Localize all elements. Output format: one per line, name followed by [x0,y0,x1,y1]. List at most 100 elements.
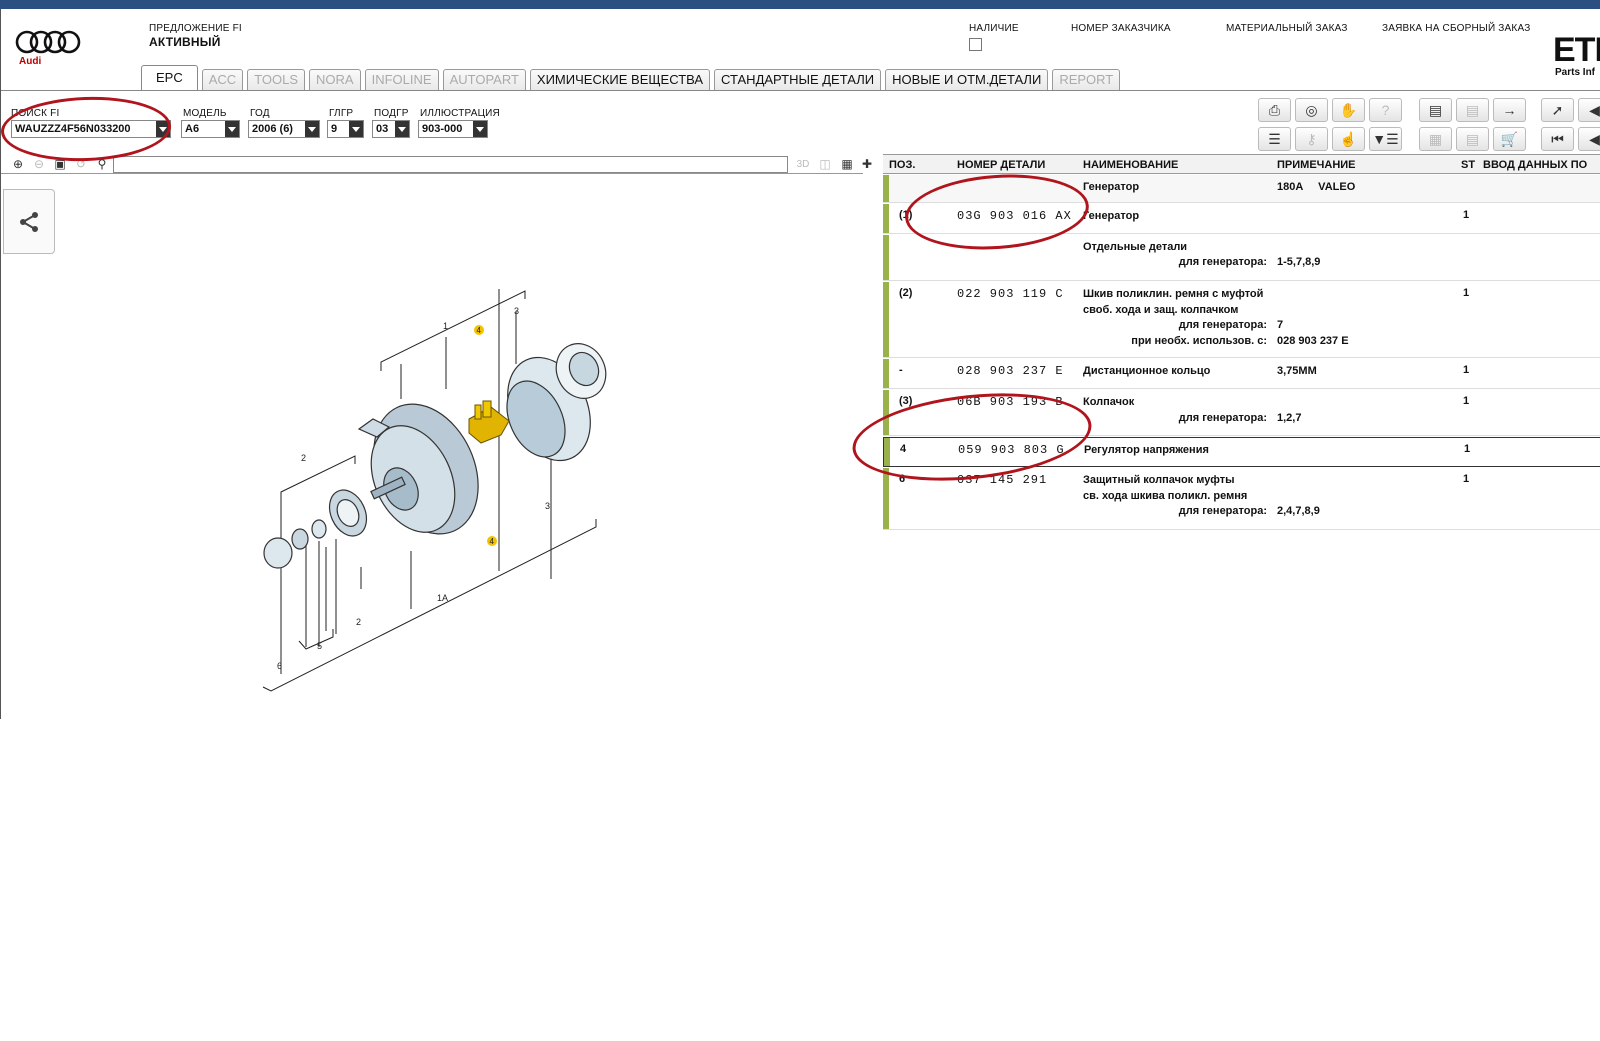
tab-report[interactable]: REPORT [1052,69,1121,91]
dropdown-list-icon[interactable]: ▼☰ [1369,127,1402,151]
top-accent-bar [0,0,1600,9]
illustration-value: 903-000 [422,123,463,135]
row-name: Регулятор напряжения [1084,444,1209,456]
key-icon[interactable]: ⚷ [1295,127,1328,151]
row-marker [883,235,889,280]
table-row[interactable]: - 028 903 237 E Дистанционное кольцо 3,7… [883,359,1600,389]
chevron-down-icon[interactable] [473,121,487,137]
tab-infoline[interactable]: INFOLINE [364,69,439,91]
row-st: 1 [1463,395,1470,407]
tab-tools[interactable]: TOOLS [247,69,306,91]
tab-new-parts[interactable]: НОВЫЕ И ОТМ.ДЕТАЛИ [885,69,1049,91]
row-note: 2,4,7,8,9 [1277,505,1320,517]
main-group-select[interactable]: 9 [327,120,364,138]
row-name-line2: своб. хода и защ. колпачком [1083,303,1239,316]
table-header: ПОЗ. НОМЕР ДЕТАЛИ НАИМЕНОВАНИЕ ПРИМЕЧАНИ… [883,154,1600,174]
year-select[interactable]: 2006 (6) [248,120,320,138]
chevron-down-icon[interactable] [395,121,409,137]
model-select[interactable]: A6 [181,120,240,138]
depot-icon[interactable]: ▤ [1456,98,1489,122]
module-tabs: EPC ACC TOOLS NORA INFOLINE AUTOPART ХИМ… [141,65,1124,91]
callout-2-left: 2 [301,453,306,463]
graphic-search-input[interactable] [113,156,788,173]
chevron-down-icon[interactable] [305,121,319,137]
col-st[interactable]: ST [1461,159,1475,171]
hand-icon[interactable]: ☝ [1332,127,1365,151]
row-note-2: 028 903 237 E [1277,334,1349,347]
row-note: 7 [1277,319,1284,331]
col-name[interactable]: НАИМЕНОВАНИЕ [1083,159,1178,171]
help-icon[interactable]: ? [1369,98,1402,122]
material-order-label[interactable]: МАТЕРИАЛЬНЫЙ ЗАКАЗ [1226,23,1348,34]
cd-icon[interactable]: ◎ [1295,98,1328,122]
audi-logo [15,29,83,55]
row-note: 1,2,7 [1277,411,1302,424]
assembly-order-label[interactable]: ЗАЯВКА НА СБОРНЫЙ ЗАКАЗ [1382,23,1530,34]
elsa-icon[interactable]: ▤ [1419,98,1452,122]
document-icon[interactable]: ▤ [1456,127,1489,151]
row-name: Колпачок [1083,396,1135,408]
row-st: 1 [1463,209,1470,221]
first-page-icon[interactable]: ⏮ [1541,127,1574,151]
year-value: 2006 (6) [252,123,293,135]
list-icon[interactable]: ☰ [1258,127,1291,151]
handshake-icon[interactable]: ✋ [1332,98,1365,122]
tab-autopart[interactable]: AUTOPART [442,69,526,91]
exploded-view-drawing[interactable]: 1 3 2 3 1A 2 5 6 4 4 [251,289,631,714]
layout-icon[interactable]: ▦ [838,156,856,173]
cart-icon[interactable]: 🛒 [1493,127,1526,151]
view-3d-button[interactable]: 3D [794,156,812,173]
brand-text: Audi [19,56,42,67]
row-marker [883,468,889,529]
etka-window: Audi ПРЕДЛОЖЕНИЕ FI АКТИВНЫЙ НАЛИЧИЕ НОМ… [0,9,1600,719]
pin-icon[interactable]: ➚ [1541,98,1574,122]
sub-group-value: 03 [376,123,389,135]
row-marker [883,359,889,388]
cart-arrow-icon[interactable]: → [1493,98,1526,122]
col-pos[interactable]: ПОЗ. [889,159,915,171]
callout-4-bottom: 4 [490,537,495,546]
col-data-entry[interactable]: ВВОД ДАННЫХ ПО [1483,159,1587,171]
parts-icon[interactable]: ▦ [1419,127,1452,151]
callout-2: 2 [356,617,361,627]
row-sub: для генератора: [1178,319,1267,331]
printer-icon[interactable]: ⎙ [1258,98,1291,122]
row-marker [883,175,889,202]
tab-epc[interactable]: EPC [141,65,198,91]
availability-checkbox[interactable] [969,38,982,51]
sub-group-label: ПОДГР [374,108,409,119]
chevron-down-icon[interactable] [225,121,239,137]
illustration-select[interactable]: 903-000 [418,120,488,138]
callout-4-top: 4 [477,326,482,335]
row-sub: для генератора: [1178,505,1267,517]
row-pos: (2) [899,287,913,299]
row-part-number[interactable]: 028 903 237 E [957,364,1064,378]
col-note[interactable]: ПРИМЕЧАНИЕ [1277,159,1356,171]
tab-chemicals[interactable]: ХИМИЧЕСКИЕ ВЕЩЕСТВА [529,69,711,91]
table-row[interactable]: 6 037 145 291 Защитный колпачок муфты св… [883,468,1600,530]
row-part-number[interactable]: 022 903 119 C [957,287,1064,301]
zoom-in-icon[interactable]: ⊕ [9,156,27,173]
chevron-down-icon[interactable] [349,121,363,137]
tab-standard-parts[interactable]: СТАНДАРТНЫЕ ДЕТАЛИ [714,69,882,91]
main-group-value: 9 [331,123,338,135]
panel-toggle-icon[interactable]: ◀ [1578,98,1600,122]
row-pos: - [899,364,903,376]
callout-3: 3 [545,501,550,511]
prev-page-icon[interactable]: ◀ [1578,127,1600,151]
sub-group-select[interactable]: 03 [372,120,410,138]
offer-status: АКТИВНЫЙ [149,35,221,49]
offer-block: ПРЕДЛОЖЕНИЕ FI АКТИВНЫЙ [149,23,242,49]
zoom-out-icon[interactable]: ⊖ [30,156,48,173]
col-part-number[interactable]: НОМЕР ДЕТАЛИ [957,159,1045,171]
customer-number-label[interactable]: НОМЕР ЗАКАЗЧИКА [1071,23,1171,34]
table-row[interactable]: (2) 022 903 119 C Шкив поликлин. ремня с… [883,282,1600,358]
tab-acc[interactable]: ACC [201,69,244,91]
model-value: A6 [185,123,200,135]
move-icon[interactable]: ✚ [858,156,876,173]
tab-nora[interactable]: NORA [309,69,361,91]
app-logo: ETI [1553,31,1600,69]
share-icon[interactable] [3,189,55,254]
split-view-icon[interactable]: ◫ [816,156,834,173]
row-name: Шкив поликлин. ремня с муфтой [1083,288,1264,300]
